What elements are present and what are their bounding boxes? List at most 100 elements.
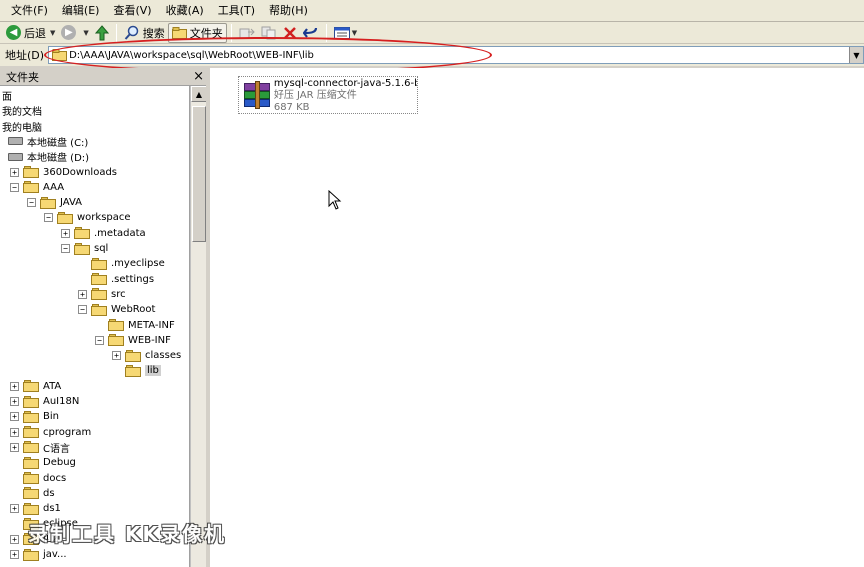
tree-scrollbar[interactable]: ▲ (190, 86, 207, 567)
tree-item[interactable]: − WebRoot (78, 302, 155, 317)
tree-item[interactable]: + Bin (10, 409, 59, 424)
expand-icon[interactable]: + (10, 504, 19, 514)
expand-icon[interactable]: + (61, 228, 70, 238)
tree-item[interactable]: − sql (61, 241, 108, 256)
delete-button[interactable] (280, 23, 300, 43)
forward-arrow-icon: ▶ (61, 25, 77, 40)
collapse-icon[interactable]: − (10, 182, 19, 192)
tree-item[interactable]: − JAVA (27, 195, 82, 210)
tree-item[interactable]: + classes (112, 348, 181, 363)
collapse-icon[interactable]: − (27, 198, 36, 208)
undo-button[interactable] (300, 23, 322, 43)
views-dropdown-icon[interactable]: ▼ (352, 29, 357, 37)
tree-item[interactable]: − AAA (10, 180, 64, 195)
expand-icon[interactable]: + (10, 397, 19, 406)
undo-icon (302, 27, 317, 38)
tree-item-label: classes (145, 350, 182, 362)
menu-help[interactable]: 帮助(H) (262, 2, 315, 20)
up-folder-button[interactable] (92, 23, 112, 43)
address-folder-icon (52, 49, 68, 61)
compressed-archive-icon (241, 79, 270, 111)
tree-item[interactable]: − WEB-INF (95, 333, 171, 348)
address-field[interactable]: ▼ (48, 46, 864, 64)
tree-item[interactable]: + ds1 (10, 501, 61, 516)
tree-item-label: ATA (43, 380, 62, 392)
tree-item[interactable]: + .metadata (61, 226, 146, 241)
tree-item[interactable]: + ATA (10, 379, 61, 394)
expand-icon[interactable]: + (10, 427, 19, 437)
close-icon[interactable]: × (193, 69, 204, 84)
file-item[interactable]: mysql-connector-java-5.1.6-bi... 好压 JAR … (238, 76, 418, 114)
menu-view[interactable]: 查看(V) (106, 2, 158, 20)
folder-icon (23, 166, 39, 178)
forward-dropdown-icon[interactable]: ▼ (83, 29, 88, 37)
tree-item[interactable]: + cprogram (10, 425, 91, 440)
search-label: 搜索 (142, 26, 165, 40)
expand-icon[interactable]: + (10, 381, 19, 391)
tree-item[interactable]: 本地磁盘 (D:) (8, 149, 89, 164)
tree-item-label: docs (43, 472, 67, 484)
menu-edit[interactable]: 编辑(E) (55, 2, 107, 20)
tree-item-label: 本地磁盘 (C:) (27, 137, 89, 149)
back-arrow-icon: ◀ (6, 25, 21, 40)
menu-file[interactable]: 文件(F) (4, 2, 55, 20)
tree-item[interactable]: .myeclipse (78, 256, 165, 271)
tree-item-label: AuI18N (43, 396, 80, 407)
views-icon (333, 26, 350, 39)
scroll-thumb[interactable] (192, 106, 206, 242)
copy-to-button[interactable] (258, 23, 280, 43)
tree-item-label: 本地磁盘 (D:) (27, 153, 90, 165)
move-to-button[interactable] (236, 23, 258, 43)
folder-icon (23, 395, 39, 408)
folder-icon (23, 441, 39, 454)
folder-icon (91, 288, 107, 301)
address-input[interactable] (67, 47, 848, 63)
folders-button[interactable]: 文件夹 (167, 22, 227, 43)
disk-drive-icon (8, 152, 23, 161)
folder-icon (171, 26, 187, 39)
expand-icon[interactable]: + (10, 550, 19, 559)
tree-item[interactable]: + AuI18N (10, 394, 79, 409)
folder-icon (23, 426, 39, 439)
tree-item[interactable]: Debug (10, 455, 76, 470)
collapse-icon[interactable]: − (78, 305, 87, 315)
back-dropdown-icon[interactable]: ▼ (50, 29, 55, 37)
expand-icon[interactable]: + (10, 442, 19, 452)
search-button[interactable]: 搜索 (121, 23, 168, 43)
expand-icon[interactable]: + (10, 412, 19, 422)
tree-item[interactable]: +360Downloads (10, 165, 117, 180)
tree-item[interactable]: lib (112, 363, 161, 378)
tree-item[interactable]: 面 (2, 88, 12, 103)
collapse-icon[interactable]: − (44, 213, 53, 223)
tree-item-label: workspace (77, 212, 131, 224)
collapse-icon[interactable]: − (61, 244, 70, 253)
tree-item[interactable]: + src (78, 287, 126, 302)
scroll-up-icon[interactable]: ▲ (191, 86, 207, 102)
address-dropdown-icon[interactable]: ▼ (849, 47, 863, 63)
menu-tools[interactable]: 工具(T) (211, 2, 262, 20)
back-button[interactable]: ◀ 后退 ▼ (3, 23, 58, 43)
tree-item-label: .metadata (94, 227, 146, 239)
forward-button[interactable]: ▶ ▼ (58, 23, 91, 43)
tree-item[interactable]: 我的文档 (2, 103, 42, 118)
tree-item[interactable]: docs (10, 471, 66, 486)
expand-icon[interactable]: + (10, 534, 19, 544)
collapse-icon[interactable]: − (95, 335, 104, 345)
file-list-pane[interactable]: mysql-connector-java-5.1.6-bi... 好压 JAR … (210, 68, 864, 567)
tree-item[interactable]: ds (10, 486, 55, 501)
folder-icon (125, 364, 141, 377)
expand-icon[interactable]: + (112, 351, 121, 361)
tree-item[interactable]: − workspace (44, 210, 131, 225)
tree-item[interactable]: META-INF (95, 318, 175, 333)
views-button[interactable]: ▼ (331, 23, 360, 43)
tree-item[interactable]: 本地磁盘 (C:) (8, 134, 88, 149)
toolbar-separator (115, 23, 117, 42)
tree-item[interactable]: 我的电脑 (2, 119, 42, 134)
expand-icon[interactable]: + (10, 167, 19, 177)
tree-item-label: WebRoot (111, 304, 156, 316)
tree-item[interactable]: + C语言 (10, 440, 70, 455)
menu-favorites[interactable]: 收藏(A) (159, 2, 211, 20)
expand-icon[interactable]: + (78, 289, 87, 299)
tree-item[interactable]: .settings (78, 272, 154, 287)
tree-item[interactable]: + jav... (10, 547, 67, 562)
